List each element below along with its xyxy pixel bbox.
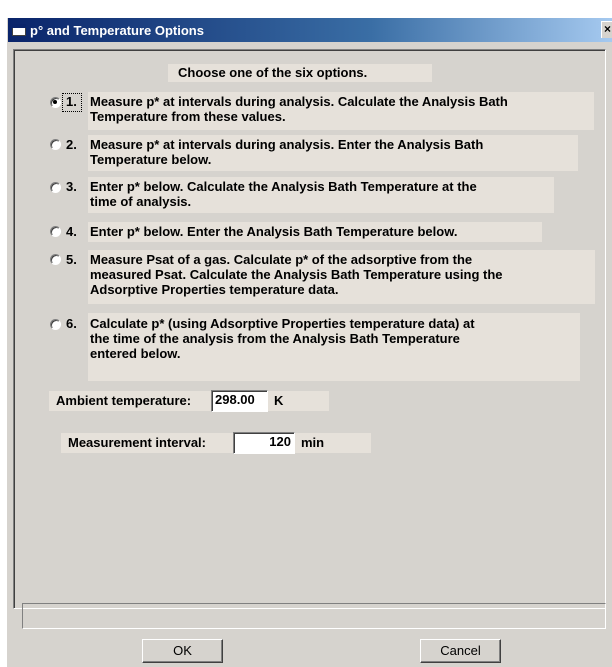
option-5-text-line-2[interactable]: measured Psat. Calculate the Analysis Ba…: [90, 267, 503, 282]
option-6-radio[interactable]: [50, 319, 61, 330]
option-6-text-line-3[interactable]: entered below.: [90, 346, 181, 361]
option-3-radio[interactable]: [50, 182, 61, 193]
measurement-interval-input[interactable]: 120: [233, 432, 295, 454]
cancel-button[interactable]: Cancel: [420, 639, 501, 663]
measurement-interval-label: Measurement interval:: [68, 435, 206, 450]
close-button[interactable]: ×: [601, 21, 612, 38]
window-title: p° and Temperature Options: [30, 22, 204, 38]
ambient-temperature-label: Ambient temperature:: [56, 393, 192, 408]
option-2-text-line-2[interactable]: Temperature below.: [90, 152, 211, 167]
option-4-text-line-1[interactable]: Enter p* below. Enter the Analysis Bath …: [90, 224, 457, 239]
ambient-temperature-unit: K: [274, 393, 284, 408]
title-bar[interactable]: p° and Temperature Options ×: [8, 18, 612, 42]
option-2-number[interactable]: 2.: [66, 137, 77, 152]
option-3-text-line-2[interactable]: time of analysis.: [90, 194, 191, 209]
option-1-radio[interactable]: [50, 97, 61, 108]
option-5-radio[interactable]: [50, 254, 61, 265]
close-icon: ×: [604, 22, 612, 36]
prompt-label: Choose one of the six options.: [178, 65, 368, 80]
status-bar: [22, 603, 606, 629]
cancel-button-label: Cancel: [440, 643, 481, 658]
option-5-text-line-3[interactable]: Adsorptive Properties temperature data.: [90, 282, 339, 297]
ok-button-label: OK: [173, 643, 192, 658]
window-icon: [11, 22, 27, 38]
measurement-interval-unit: min: [301, 435, 325, 450]
option-6-text-line-1[interactable]: Calculate p* (using Adsorptive Propertie…: [90, 316, 475, 331]
option-3-number[interactable]: 3.: [66, 179, 77, 194]
option-2-radio[interactable]: [50, 139, 61, 150]
option-6-number[interactable]: 6.: [66, 316, 77, 331]
ambient-temperature-input[interactable]: 298.00: [211, 390, 268, 412]
option-1-number[interactable]: 1.: [66, 94, 77, 109]
option-1-text-line-1[interactable]: Measure p* at intervals during analysis.…: [90, 94, 508, 109]
option-6-text-line-2[interactable]: the time of the analysis from the Analys…: [90, 331, 460, 346]
option-4-number[interactable]: 4.: [66, 224, 77, 239]
option-2-text-line-1[interactable]: Measure p* at intervals during analysis.…: [90, 137, 483, 152]
option-1-text-line-2[interactable]: Temperature from these values.: [90, 109, 286, 124]
option-5-number[interactable]: 5.: [66, 252, 77, 267]
option-5-text-line-1[interactable]: Measure Psat of a gas. Calculate p* of t…: [90, 252, 472, 267]
options-dialog: p° and Temperature Options × Choose one …: [7, 18, 612, 667]
option-4-radio[interactable]: [50, 226, 61, 237]
option-3-text-line-1[interactable]: Enter p* below. Calculate the Analysis B…: [90, 179, 477, 194]
ok-button[interactable]: OK: [142, 639, 223, 663]
